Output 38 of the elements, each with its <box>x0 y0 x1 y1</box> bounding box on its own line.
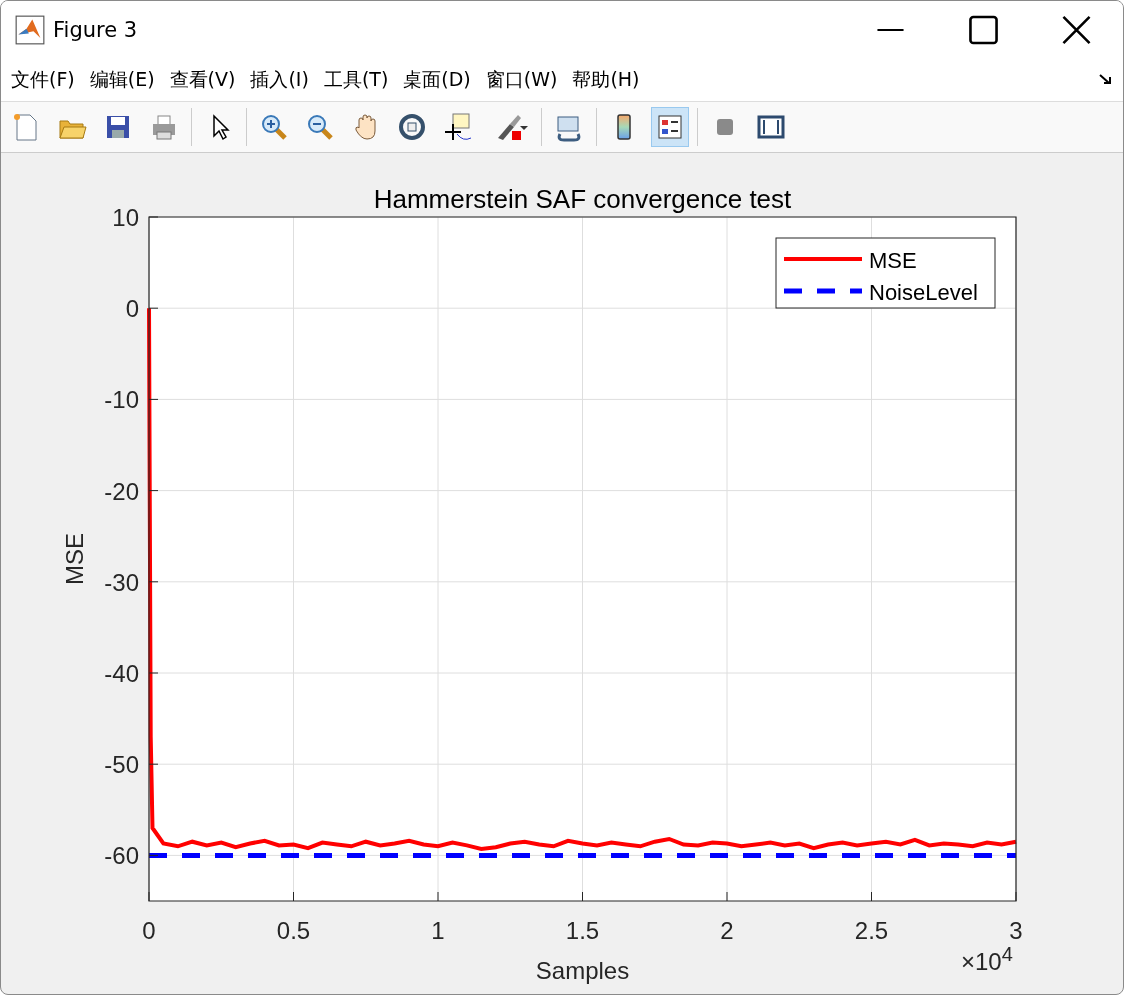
axis-label: Samples <box>535 957 630 984</box>
legend-label: MSE <box>869 248 917 273</box>
tick-label: 1 <box>431 917 445 944</box>
menu-item[interactable]: 文件(F) <box>9 67 82 93</box>
legend-icon <box>655 112 685 142</box>
tick-label: -60 <box>104 842 139 870</box>
tick-label: 0.5 <box>276 917 311 944</box>
axis-exponent: ×10$^{4}$ <box>961 948 1013 975</box>
matlab-logo-icon <box>15 15 45 45</box>
tick-label: -40 <box>104 660 139 687</box>
zoom-in-icon <box>259 112 289 142</box>
menu-item[interactable]: 窗口(W) <box>483 67 565 93</box>
tick-label: -50 <box>104 751 139 779</box>
menu-item[interactable]: 帮助(H) <box>570 67 647 93</box>
tick-label: 10 <box>112 204 139 231</box>
menu-item[interactable]: 查看(V) <box>167 67 243 93</box>
legend-label: NoiseLevel <box>869 280 978 305</box>
window-title: Figure 3 <box>53 18 138 42</box>
dock-arrow-icon[interactable] <box>1099 74 1113 86</box>
tick-label: -10 <box>104 386 139 414</box>
data-cursor-icon <box>443 112 473 142</box>
toolbar-button[interactable] <box>651 107 689 147</box>
tick-label: 0 <box>142 917 156 944</box>
tick-label: 2 <box>720 917 734 944</box>
tick-label: 0 <box>125 295 139 323</box>
tick-label: 2.5 <box>854 917 889 944</box>
menu-item[interactable]: 桌面(D) <box>401 67 478 93</box>
tick-label: -30 <box>104 568 139 596</box>
chart-title: Hammerstein SAF convergence test <box>373 184 792 214</box>
zoom-out-icon <box>305 112 335 142</box>
rotate-icon <box>397 112 427 142</box>
menu-item[interactable]: 编辑(E) <box>87 67 162 93</box>
menu-item[interactable]: 工具(T) <box>321 67 396 93</box>
tick-label: 3 <box>1009 917 1023 944</box>
menu-item[interactable]: 插入(I) <box>248 67 316 93</box>
tick-label: 1.5 <box>565 917 600 944</box>
axis-label: MSE <box>61 533 88 585</box>
tick-label: -20 <box>104 477 139 505</box>
